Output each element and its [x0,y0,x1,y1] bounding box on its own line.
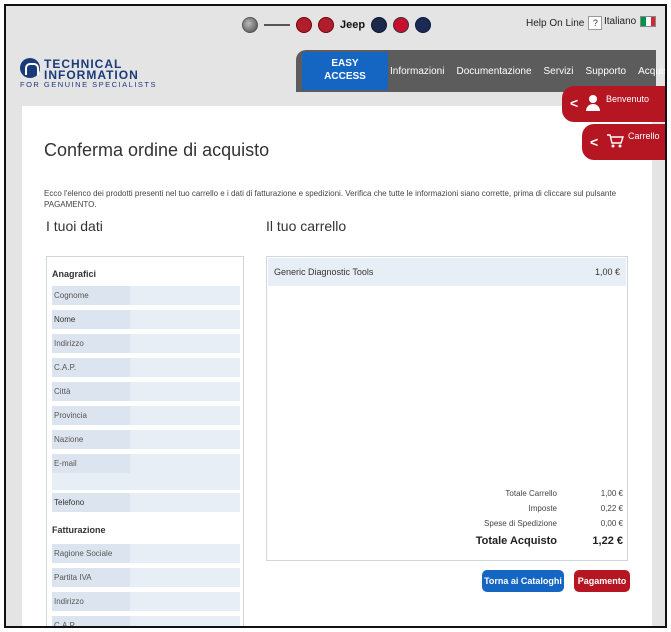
dati-heading: I tuoi dati [46,218,103,234]
field-label: Telefono [52,493,130,512]
fiat-professional-logo-icon[interactable] [318,17,334,33]
fatturazione-title: Fatturazione [52,525,106,535]
cart-panel: Generic Diagnostic Tools 1,00 € Totale C… [266,256,628,561]
chevron-left-icon: < [570,95,579,111]
lancia-logo-icon[interactable] [264,24,290,26]
torna-ai-cataloghi-button[interactable]: Torna ai Cataloghi [482,570,564,592]
user-icon [586,95,600,111]
user-data-panel: Anagrafici Cognome Nome Indirizzo C.A.P.… [46,256,244,626]
spedizione-label: Spese di Spedizione [484,519,557,528]
nav-item-documentazione[interactable]: Documentazione [456,66,531,77]
cart-item-name: Generic Diagnostic Tools [274,267,374,277]
field-cap-fatt: C.A.P. [52,616,240,626]
mopar-logo-icon[interactable] [415,17,432,33]
field-label: Indirizzo [52,334,130,353]
totale-carrello-label: Totale Carrello [505,489,557,498]
carrello-tab[interactable]: < Carrello [582,124,665,160]
field-label: Nazione [52,430,130,449]
italy-flag-icon [640,16,657,27]
nav-item-informazioni[interactable]: Informazioni [390,66,444,77]
anagrafici-title: Anagrafici [52,269,97,279]
easy-access-line-1: EASY [331,58,359,69]
totale-acquisto-value: 1,22 € [592,535,623,547]
totale-acquisto-label: Totale Acquisto [475,535,557,547]
field-telefono: Telefono [52,493,240,512]
technical-information-logo[interactable]: TECHNICAL INFORMATION FOR GENUINE SPECIA… [20,57,180,92]
totale-carrello-value: 1,00 € [600,489,623,498]
imposte-value: 0,22 € [600,504,623,513]
jeep-logo-icon[interactable]: Jeep [340,19,365,31]
imposte-label: Imposte [528,504,557,513]
intro-text: Ecco l'elenco dei prodotti presenti nel … [44,189,617,209]
field-partita-iva: Partita IVA [52,568,240,587]
fiat-logo-icon[interactable] [296,17,312,33]
field-email: E-mail [52,454,240,490]
shopping-cart-icon [607,134,624,148]
field-label: Cognome [52,286,130,305]
field-citta: Città [52,382,240,401]
page-title: Conferma ordine di acquisto [44,140,270,160]
field-provincia: Provincia [52,406,240,425]
alfa-romeo-logo-icon[interactable] [242,17,258,33]
nav-item-servizi[interactable]: Servizi [544,66,574,77]
field-label: Indirizzo [52,592,130,611]
field-label: C.A.P. [52,616,130,626]
field-label: Città [52,382,130,401]
easy-access-line-2: ACCESS [324,71,366,82]
chrysler-logo-icon[interactable] [371,17,388,33]
language-label: Italiano [604,16,637,27]
main-content: Conferma ordine di acquisto Ecco l'elenc… [22,106,652,626]
field-label: Partita IVA [52,568,130,587]
nav-item-supporto[interactable]: Supporto [586,66,627,77]
language-selector[interactable]: Italiano [604,16,657,27]
field-indirizzo-fatt: Indirizzo [52,592,240,611]
field-label: Nome [52,310,130,329]
browser-frame: Jeep Help On Line ? Italiano TECHNICAL I… [4,4,667,628]
pagamento-button[interactable]: Pagamento [574,570,630,592]
benvenuto-tab[interactable]: < Benvenuto [562,86,665,122]
help-online[interactable]: Help On Line ? [526,16,603,30]
benvenuto-label: Benvenuto [606,94,650,104]
field-label: E-mail [52,454,130,473]
help-icon[interactable]: ? [588,16,603,30]
carrello-label: Carrello [628,131,660,141]
chevron-left-icon: < [590,134,599,150]
logo-tagline: FOR GENUINE SPECIALISTS [20,80,158,89]
field-nome: Nome [52,310,240,329]
field-cognome: Cognome [52,286,240,305]
abarth-logo-icon[interactable] [393,17,410,33]
field-label: C.A.P. [52,358,130,377]
carrello-heading: Il tuo carrello [266,218,347,234]
cart-item[interactable]: Generic Diagnostic Tools 1,00 € [268,258,626,286]
field-cap: C.A.P. [52,358,240,377]
nav-item-acquista[interactable]: Acquista [638,66,665,77]
field-nazione: Nazione [52,430,240,449]
brand-bar: Jeep [242,14,432,36]
easy-access-button[interactable]: EASY ACCESS [302,52,388,90]
field-label: Provincia [52,406,130,425]
field-ragione-sociale: Ragione Sociale [52,544,240,563]
cart-item-price: 1,00 € [594,267,620,277]
spedizione-value: 0,00 € [600,519,623,528]
help-online-label: Help On Line [526,17,585,29]
mopar-logo-icon [20,58,40,78]
field-indirizzo: Indirizzo [52,334,240,353]
field-label: Ragione Sociale [52,544,130,563]
